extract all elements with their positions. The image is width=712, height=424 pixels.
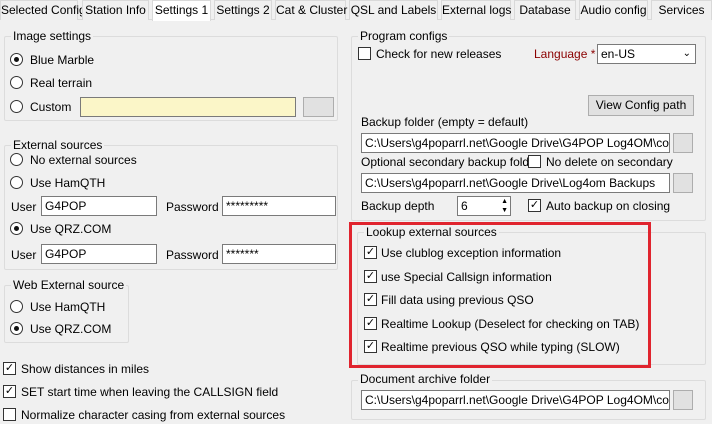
tab-station-info[interactable]: Station Info [82,0,149,20]
backup-folder-field[interactable]: C:\Users\g4poparrl.net\Google Drive\G4PO… [361,133,670,153]
spin-arrows-icon[interactable]: ▲ ▼ [501,197,508,215]
hamqth-user-field[interactable]: G4POP [41,196,157,216]
web-hamqth-label: Use HamQTH [30,300,106,314]
custom-label: Custom [30,100,72,114]
lookup-item-label: Realtime Lookup (Deselect for checking o… [381,317,640,331]
lookup-checkbox[interactable]: ✓ [364,293,377,306]
qrz-user-label: User [11,248,37,262]
no-external-radio[interactable] [10,153,23,166]
document-archive-browse-button[interactable] [673,390,693,410]
tab-cat-cluster[interactable]: Cat & Cluster [275,0,347,20]
use-qrz-label: Use QRZ.COM [30,222,112,236]
normalize-casing-label: Normalize character casing from external… [21,408,286,422]
custom-image-field[interactable] [80,97,296,117]
secondary-backup-field[interactable]: C:\Users\g4poparrl.net\Google Drive\Log4… [361,173,670,193]
tab-qsl-labels[interactable]: QSL and Labels [349,0,438,20]
hamqth-user-label: User [11,200,37,214]
external-sources-title: External sources [11,138,105,152]
tab-selected-config[interactable]: Selected Config [0,0,86,20]
lookup-item-label: use Special Callsign information [381,270,552,284]
no-delete-secondary-checkbox[interactable] [528,155,541,168]
tab-audio-config[interactable]: Audio config [579,0,648,20]
document-archive-field[interactable]: C:\Users\g4poparrl.net\Google Drive\G4PO… [361,390,670,410]
no-delete-secondary-label: No delete on secondary [546,155,673,169]
lookup-item-label: Realtime previous QSO while typing (SLOW… [381,340,620,354]
language-label: Language * [534,47,596,61]
tab-database[interactable]: Database [514,0,576,20]
use-hamqth-radio[interactable] [10,176,23,189]
show-miles-label: Show distances in miles [21,362,150,376]
custom-radio[interactable] [10,100,23,113]
secondary-backup-label: Optional secondary backup folder [361,155,540,169]
backup-folder-label: Backup folder (empty = default) [361,115,529,129]
auto-backup-checkbox[interactable]: ✓ [528,199,541,212]
tab-settings-1[interactable]: Settings 1 [152,0,211,21]
tab-services[interactable]: Services [651,0,712,20]
tab-external-logs[interactable]: External logs [441,0,511,20]
tab-bar: Selected Config Station Info Settings 1 … [0,0,712,21]
language-value: en-US [601,47,636,61]
blue-marble-radio[interactable] [10,53,23,66]
hamqth-password-label: Password [166,200,219,214]
lookup-item-label: Fill data using previous QSO [381,293,534,307]
document-archive-title: Document archive folder [358,372,493,386]
backup-depth-label: Backup depth [361,199,435,213]
lookup-checkbox[interactable]: ✓ [364,246,377,259]
show-miles-checkbox[interactable]: ✓ [3,362,16,375]
program-configs-title: Program configs [358,29,450,43]
lookup-checkbox[interactable]: ✓ [364,317,377,330]
lookup-checkbox[interactable]: ✓ [364,270,377,283]
image-settings-title: Image settings [11,29,94,43]
lookup-checkbox[interactable]: ✓ [364,340,377,353]
use-hamqth-label: Use HamQTH [30,176,106,190]
custom-browse-button[interactable] [303,97,334,117]
real-terrain-label: Real terrain [30,76,93,90]
no-external-label: No external sources [30,153,137,167]
tab-settings-2[interactable]: Settings 2 [214,0,272,20]
qrz-user-field[interactable]: G4POP [41,244,157,264]
qrz-password-label: Password [166,248,219,262]
chevron-down-icon: ⌄ [682,48,691,59]
auto-backup-label: Auto backup on closing [546,199,671,213]
web-hamqth-radio[interactable] [10,300,23,313]
backup-folder-browse-button[interactable] [673,133,693,153]
set-start-time-label: SET start time when leaving the CALLSIGN… [21,385,279,399]
web-external-title: Web External source [11,278,127,292]
blue-marble-label: Blue Marble [30,53,95,67]
backup-depth-value: 6 [461,199,468,213]
check-releases-label: Check for new releases [376,47,502,61]
secondary-backup-browse-button[interactable] [673,173,693,193]
check-releases-checkbox[interactable] [358,47,371,60]
use-qrz-radio[interactable] [10,222,23,235]
language-select[interactable]: en-US ⌄ [597,44,696,64]
backup-depth-stepper[interactable]: 6 ▲ ▼ [457,196,511,216]
real-terrain-radio[interactable] [10,76,23,89]
lookup-item-label: Use clublog exception information [381,246,562,260]
web-qrz-radio[interactable] [10,322,23,335]
set-start-time-checkbox[interactable]: ✓ [3,385,16,398]
qrz-password-field[interactable]: ******* [222,244,336,264]
view-config-path-button[interactable]: View Config path [588,95,694,116]
normalize-casing-checkbox[interactable] [3,408,16,421]
web-qrz-label: Use QRZ.COM [30,322,112,336]
hamqth-password-field[interactable]: ********* [222,196,336,216]
